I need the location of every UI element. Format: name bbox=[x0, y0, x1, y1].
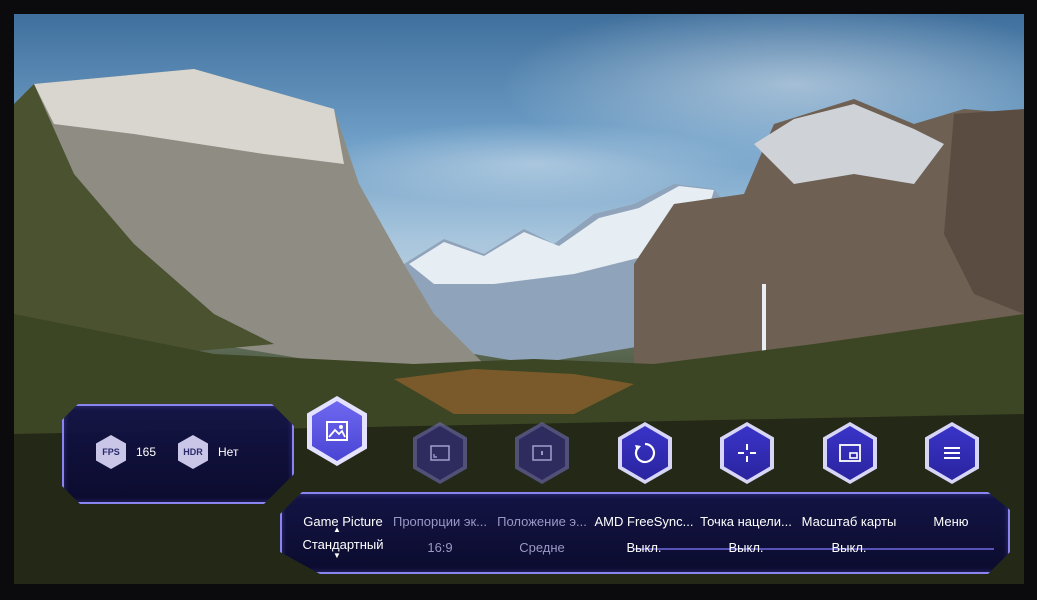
tv-screen: FPS 165 HDR Нет Game Picture ▲ Стандартн… bbox=[0, 0, 1037, 600]
freesync-label: AMD FreeSync... bbox=[594, 514, 694, 529]
screen-position-label: Положение э... bbox=[497, 514, 587, 529]
minimap-label: Масштаб карты bbox=[801, 514, 897, 529]
fps-value: 165 bbox=[136, 445, 157, 459]
aspect-ratio-icon bbox=[430, 445, 450, 461]
crosshair-value: Выкл. bbox=[728, 540, 764, 555]
minimap-value: Выкл. bbox=[831, 540, 867, 555]
game-picture-value[interactable]: Стандартный bbox=[293, 537, 393, 552]
fps-icon: FPS bbox=[96, 435, 126, 469]
hdr-value: Нет bbox=[218, 445, 239, 459]
hdr-icon: HDR bbox=[178, 435, 208, 469]
screen-position-icon bbox=[532, 445, 552, 461]
screen-position-value: Средне bbox=[519, 540, 565, 555]
status-panel: FPS 165 HDR Нет bbox=[62, 404, 294, 504]
menu-icon bbox=[944, 447, 960, 459]
hdr-status: HDR Нет bbox=[178, 434, 238, 470]
game-picture-label: Game Picture bbox=[303, 514, 383, 529]
arrow-down-icon[interactable]: ▼ bbox=[333, 551, 341, 560]
crosshair-label: Точка нацели... bbox=[700, 514, 792, 529]
menu-label: Меню bbox=[933, 514, 969, 529]
image-icon bbox=[326, 421, 348, 441]
freesync-value: Выкл. bbox=[626, 540, 662, 555]
refresh-sync-icon bbox=[634, 442, 656, 464]
fps-status: FPS 165 bbox=[96, 434, 156, 470]
aspect-ratio-value: 16:9 bbox=[427, 540, 453, 555]
game-bar-menu bbox=[280, 492, 1010, 574]
arrow-up-icon[interactable]: ▲ bbox=[333, 525, 341, 534]
game-view-background: FPS 165 HDR Нет Game Picture ▲ Стандартн… bbox=[14, 14, 1024, 584]
crosshair-icon bbox=[738, 444, 756, 462]
minimap-icon bbox=[839, 444, 861, 462]
aspect-ratio-label: Пропорции эк... bbox=[392, 514, 488, 529]
